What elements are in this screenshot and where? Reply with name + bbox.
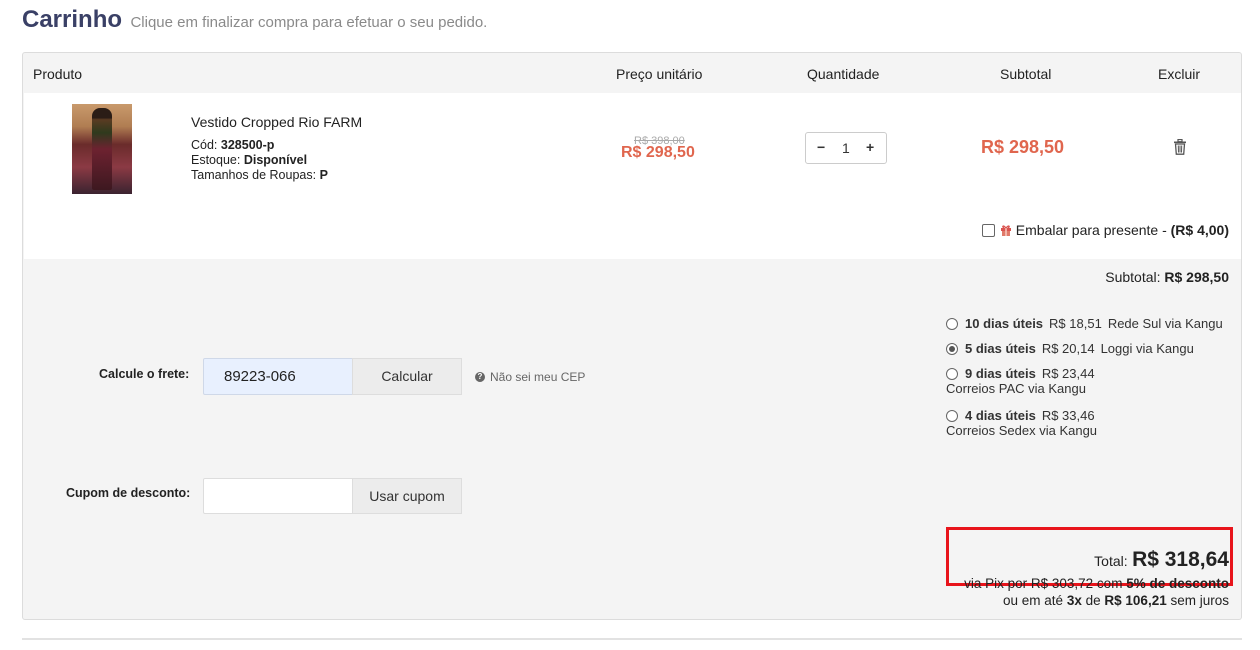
shipping-days: 10 dias úteis bbox=[965, 316, 1044, 331]
installment-count: 3x bbox=[1066, 593, 1082, 608]
gift-wrap-price: (R$ 4,00) bbox=[1170, 222, 1229, 238]
table-header: Produto Preço unitário Quantidade Subtot… bbox=[23, 53, 1241, 93]
divider bbox=[22, 638, 1242, 640]
cep-help-link[interactable]: ? Não sei meu CEP bbox=[475, 370, 585, 384]
shipping-radio[interactable] bbox=[946, 317, 958, 330]
product-size-label: Tamanhos de Roupas: bbox=[191, 168, 317, 182]
shipping-options: 10 dias úteis R$ 18,51 Rede Sul via Kang… bbox=[946, 311, 1236, 445]
shipping-carrier: Rede Sul via Kangu bbox=[1107, 316, 1223, 331]
freight-label: Calcule o frete: bbox=[99, 367, 190, 381]
quantity-increase-button[interactable]: + bbox=[866, 139, 874, 155]
product-stock-line: Estoque: Disponível bbox=[191, 153, 328, 168]
gift-wrap-label: Embalar para presente - bbox=[1015, 222, 1167, 238]
product-details: Cód: 328500-p Estoque: Disponível Tamanh… bbox=[191, 138, 328, 183]
shipping-option[interactable]: 5 dias úteis R$ 20,14 Loggi via Kangu bbox=[946, 336, 1236, 361]
product-name[interactable]: Vestido Cropped Rio FARM bbox=[191, 114, 362, 130]
product-stock: Disponível bbox=[243, 153, 308, 167]
shipping-price: R$ 23,44 bbox=[1041, 366, 1095, 381]
shipping-days: 5 dias úteis bbox=[965, 341, 1036, 356]
order-total: Total: R$ 318,64 bbox=[1094, 548, 1229, 572]
column-header-delete: Excluir bbox=[1158, 66, 1201, 82]
shipping-days: 4 dias úteis bbox=[965, 408, 1036, 423]
total-value: R$ 318,64 bbox=[1132, 548, 1229, 571]
pix-discount: 5% de desconto bbox=[1126, 576, 1229, 591]
cart-item-row: Vestido Cropped Rio FARM Cód: 328500-p E… bbox=[24, 93, 1241, 259]
product-code-line: Cód: 328500-p bbox=[191, 138, 328, 153]
column-header-unit-price: Preço unitário bbox=[616, 66, 703, 82]
cart-table: Produto Preço unitário Quantidade Subtot… bbox=[22, 52, 1242, 620]
shipping-price: R$ 33,46 bbox=[1041, 408, 1095, 423]
shipping-carrier: Loggi via Kangu bbox=[1100, 341, 1194, 356]
question-icon: ? bbox=[475, 372, 485, 382]
column-header-quantity: Quantidade bbox=[807, 66, 880, 82]
trash-icon[interactable] bbox=[1173, 139, 1187, 155]
column-header-product: Produto bbox=[33, 66, 83, 82]
total-label: Total: bbox=[1094, 553, 1128, 569]
shipping-price: R$ 18,51 bbox=[1049, 316, 1102, 331]
quantity-decrease-button[interactable]: − bbox=[817, 139, 825, 155]
coupon-label: Cupom de desconto: bbox=[66, 486, 191, 500]
shipping-carrier: Correios PAC via Kangu bbox=[946, 381, 1086, 396]
installment-line: ou em até 3x de R$ 106,21 sem juros bbox=[1003, 593, 1229, 608]
gift-icon bbox=[1000, 225, 1011, 236]
installment-prefix: ou em até bbox=[1003, 593, 1064, 608]
page-title: Carrinho bbox=[22, 6, 123, 33]
cart-subtotal-value: R$ 298,50 bbox=[1164, 269, 1229, 285]
product-code-label: Cód: bbox=[191, 138, 218, 152]
product-size: P bbox=[319, 168, 328, 182]
installment-suffix: sem juros bbox=[1170, 593, 1229, 608]
shipping-radio[interactable] bbox=[946, 367, 958, 380]
quantity-stepper: − 1 + bbox=[805, 132, 887, 164]
product-model-figure bbox=[92, 108, 112, 190]
shipping-radio[interactable] bbox=[946, 409, 958, 422]
shipping-days: 9 dias úteis bbox=[965, 366, 1036, 381]
pix-price-line: via Pix por R$ 303,72 com 5% de desconto bbox=[964, 576, 1229, 591]
unit-price: R$ 298,50 bbox=[621, 144, 695, 161]
installment-value: R$ 106,21 bbox=[1104, 593, 1167, 608]
gift-wrap-option[interactable]: Embalar para presente - (R$ 4,00) bbox=[981, 222, 1229, 238]
installment-mid: de bbox=[1085, 593, 1101, 608]
calculate-freight-button[interactable]: Calcular bbox=[352, 358, 462, 395]
product-image[interactable] bbox=[72, 104, 132, 194]
product-code: 328500-p bbox=[220, 138, 275, 152]
cep-input[interactable] bbox=[203, 358, 353, 395]
product-stock-label: Estoque: bbox=[191, 153, 241, 167]
page-subtitle: Clique em finalizar compra para efetuar … bbox=[130, 14, 488, 31]
cart-subtotal-label: Subtotal: bbox=[1105, 269, 1161, 285]
gift-wrap-checkbox[interactable] bbox=[981, 223, 995, 237]
shipping-carrier: Correios Sedex via Kangu bbox=[946, 423, 1098, 438]
coupon-input[interactable] bbox=[203, 478, 353, 514]
page-header: Carrinho Clique em finalizar compra para… bbox=[22, 6, 487, 34]
shipping-radio-selected[interactable] bbox=[946, 342, 958, 355]
pix-price-text: via Pix por R$ 303,72 com bbox=[964, 576, 1123, 591]
shipping-price: R$ 20,14 bbox=[1041, 341, 1095, 356]
item-subtotal: R$ 298,50 bbox=[981, 137, 1065, 157]
column-header-subtotal: Subtotal bbox=[1000, 66, 1052, 82]
cart-subtotal: Subtotal: R$ 298,50 bbox=[1105, 269, 1229, 285]
quantity-value[interactable]: 1 bbox=[842, 140, 850, 156]
cep-help-label: Não sei meu CEP bbox=[490, 370, 586, 384]
product-size-line: Tamanhos de Roupas: P bbox=[191, 168, 328, 183]
apply-coupon-button[interactable]: Usar cupom bbox=[352, 478, 462, 514]
shipping-option[interactable]: 10 dias úteis R$ 18,51 Rede Sul via Kang… bbox=[946, 311, 1236, 336]
